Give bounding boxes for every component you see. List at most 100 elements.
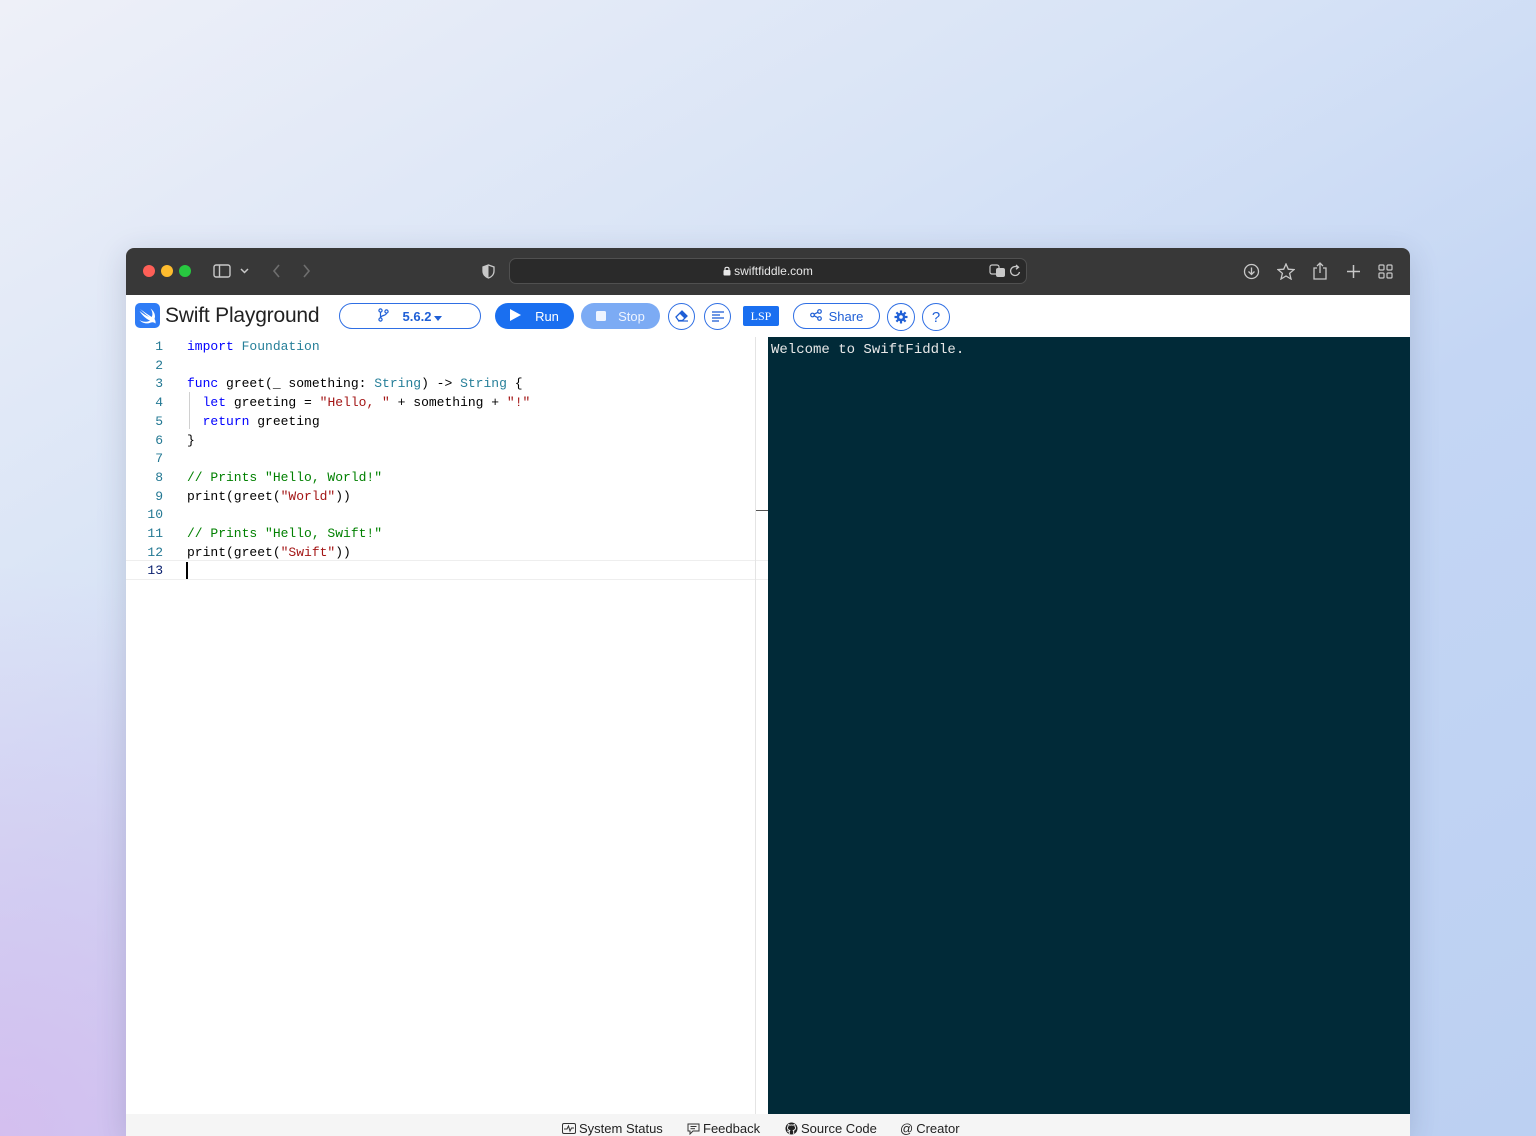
current-line-highlight (126, 560, 768, 580)
caret-down-icon (434, 309, 443, 324)
align-left-icon (711, 309, 724, 325)
code-line[interactable]: func greet(_ something: String) -> Strin… (187, 374, 523, 393)
footer-link-label: Creator (916, 1121, 960, 1136)
footer-link-source-code[interactable]: Source Code (785, 1121, 877, 1136)
reload-icon[interactable] (1009, 264, 1022, 283)
code-line[interactable]: print(greet("Swift")) (187, 543, 351, 562)
address-bar[interactable]: swiftfiddle.com (509, 258, 1027, 284)
code-line[interactable]: import Foundation (187, 337, 320, 356)
code-token: print(greet( (187, 544, 281, 560)
chevron-down-icon[interactable] (238, 260, 250, 282)
play-icon (510, 308, 522, 324)
browser-window: swiftfiddle.com Swift Playground 5.6.2 R… (126, 248, 1410, 1136)
line-number: 10 (147, 507, 163, 523)
code-token: ) -> (421, 376, 461, 392)
footer-link-label: Source Code (801, 1121, 877, 1136)
footer-link-system-status[interactable]: System Status (562, 1121, 663, 1136)
code-token: { (506, 376, 523, 392)
clear-console-button[interactable] (668, 303, 695, 330)
lsp-toggle[interactable]: LSP (743, 306, 779, 326)
branch-icon (377, 307, 389, 325)
help-button[interactable]: ? (922, 303, 950, 331)
code-token: // Prints "Hello, Swift!" (187, 526, 383, 541)
line-number: 6 (155, 432, 163, 448)
share-nodes-icon (809, 308, 822, 324)
line-number: 3 (155, 376, 163, 392)
code-token: greeting = (226, 395, 320, 411)
stop-icon (596, 309, 607, 324)
comment-icon (687, 1123, 700, 1135)
format-code-button[interactable] (704, 303, 731, 330)
sidebar-icon[interactable] (212, 260, 232, 282)
code-token: Foundation (241, 339, 320, 354)
swift-version-dropdown[interactable]: 5.6.2 (339, 303, 481, 329)
stop-button[interactable]: Stop (581, 303, 660, 329)
address-url: swiftfiddle.com (510, 264, 1026, 279)
line-number: 11 (147, 526, 163, 541)
code-token: } (187, 432, 195, 448)
run-button[interactable]: Run (495, 303, 574, 329)
gear-icon (894, 310, 908, 324)
code-token: let (202, 395, 227, 411)
url-text: swiftfiddle.com (734, 264, 813, 278)
plus-icon[interactable] (1345, 260, 1361, 282)
code-token: + something + (389, 395, 507, 411)
eraser-icon (674, 309, 689, 325)
browser-titlebar: swiftfiddle.com (126, 248, 1410, 295)
swift-version-label: 5.6.2 (402, 308, 432, 324)
minimize-window-button[interactable] (161, 265, 173, 277)
translate-icon[interactable] (989, 264, 1006, 283)
activity-icon (562, 1123, 576, 1134)
at-icon: @ (900, 1121, 914, 1136)
code-line[interactable]: // Prints "Hello, World!" (187, 468, 382, 487)
close-window-button[interactable] (143, 265, 155, 277)
code-token: greeting (249, 413, 320, 429)
forward-icon[interactable] (298, 260, 314, 282)
code-editor[interactable]: 1 2 3 4 5 6 7 8 9 10 11 12 13 import Foundation func … (126, 337, 768, 1114)
code-line[interactable]: print(greet("World")) (187, 487, 351, 506)
star-icon[interactable] (1277, 260, 1295, 282)
code-token: print(greet( (187, 488, 281, 504)
app-toolbar: Swift Playground 5.6.2 Run Stop LSP Shar… (126, 295, 1410, 337)
back-icon[interactable] (268, 260, 284, 282)
download-icon[interactable] (1242, 260, 1260, 282)
code-line[interactable]: return greeting (187, 412, 320, 431)
footer: System Status Feedback Source Code @ Cre… (126, 1114, 1410, 1136)
shield-icon[interactable] (480, 260, 496, 282)
github-icon (785, 1122, 798, 1135)
share-icon[interactable] (1312, 260, 1328, 282)
code-token: String (374, 376, 422, 392)
line-number: 13 (147, 563, 163, 579)
footer-link-creator[interactable]: @ Creator (900, 1121, 960, 1136)
code-token: )) (335, 544, 351, 560)
code-line[interactable]: // Prints "Hello, Swift!" (187, 524, 382, 543)
swift-logo-icon (135, 303, 160, 328)
settings-button[interactable] (887, 303, 915, 331)
split-divider[interactable] (755, 337, 756, 1114)
zoom-window-button[interactable] (179, 265, 191, 277)
share-button[interactable]: Share (793, 303, 880, 329)
code-line[interactable]: let greeting = "Hello, " + something + "… (187, 393, 531, 412)
line-number: 4 (155, 395, 163, 411)
output-console[interactable]: Welcome to SwiftFiddle. (768, 337, 1410, 1114)
footer-link-label: System Status (579, 1121, 663, 1136)
line-number: 1 (155, 339, 163, 354)
run-button-label: Run (535, 308, 559, 324)
code-token: "Swift" (280, 544, 336, 560)
line-number: 2 (155, 357, 163, 373)
line-number: 8 (155, 469, 163, 485)
console-output: Welcome to SwiftFiddle. (771, 342, 965, 358)
tabs-grid-icon[interactable] (1377, 260, 1394, 282)
lock-icon (723, 265, 731, 279)
share-button-label: Share (828, 308, 864, 324)
code-token: func (187, 376, 219, 392)
code-token: "World" (280, 488, 336, 504)
code-token: import (187, 339, 234, 354)
footer-link-feedback[interactable]: Feedback (687, 1121, 760, 1136)
split-handle[interactable] (756, 510, 768, 511)
code-token: // Prints "Hello, World!" (187, 469, 383, 485)
code-line[interactable]: } (187, 431, 195, 450)
code-token: "!" (506, 395, 531, 411)
line-number: 7 (155, 451, 163, 467)
